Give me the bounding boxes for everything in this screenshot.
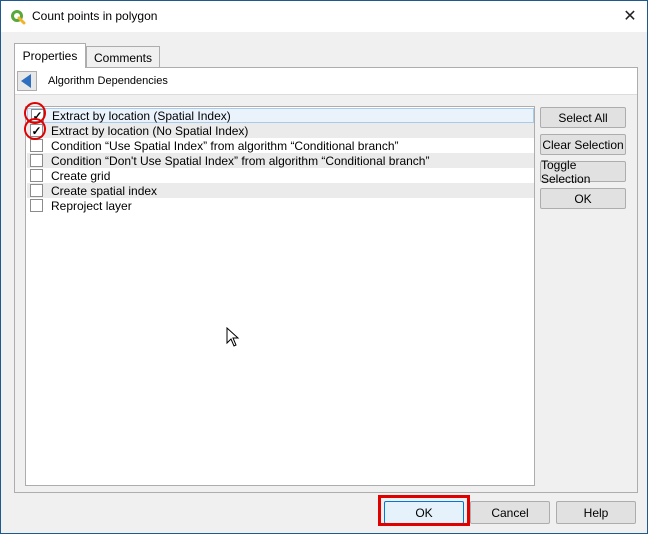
back-button[interactable] [17,71,37,91]
checkbox[interactable] [30,199,43,212]
dependencies-list[interactable]: ✓ Extract by location (Spatial Index) ✓ … [25,106,535,486]
select-all-button[interactable]: Select All [540,107,626,128]
list-item[interactable]: ✓ Extract by location (Spatial Index) [27,108,534,123]
checkbox-checked[interactable]: ✓ [31,109,44,122]
panel-header: Algorithm Dependencies [15,68,637,95]
list-item[interactable]: Create spatial index [27,183,534,198]
checkbox[interactable] [30,184,43,197]
list-item[interactable]: Condition “Don't Use Spatial Index” from… [27,153,534,168]
list-item[interactable]: ✓ Extract by location (No Spatial Index) [27,123,534,138]
list-item-label: Condition “Use Spatial Index” from algor… [51,138,399,153]
tab-properties[interactable]: Properties [14,43,86,68]
list-item-label: Extract by location (No Spatial Index) [51,123,249,138]
toggle-selection-button[interactable]: Toggle Selection [540,158,626,186]
list-item[interactable]: Reproject layer [27,198,534,213]
panel-title: Algorithm Dependencies [48,75,168,87]
list-item[interactable]: Create grid [27,168,534,183]
properties-panel: Algorithm Dependencies ✓ Extract by loca… [14,67,638,493]
close-icon[interactable]: ✕ [621,7,639,25]
help-button[interactable]: Help [556,501,636,524]
list-item-label: Extract by location (Spatial Index) [52,108,231,123]
list-item-label: Condition “Don't Use Spatial Index” from… [51,153,430,168]
checkbox[interactable] [30,139,43,152]
tab-comments[interactable]: Comments [86,46,160,68]
list-item-label: Create grid [51,168,111,183]
qgis-logo-icon [11,10,26,25]
title-bar: Count points in polygon ✕ [1,1,647,32]
checkbox[interactable] [30,154,43,167]
list-item-label: Create spatial index [51,183,158,198]
list-item-label: Reproject layer [51,198,132,213]
dialog-window: Count points in polygon ✕ Properties Com… [0,0,648,534]
cancel-button[interactable]: Cancel [470,501,550,524]
clear-selection-button[interactable]: Clear Selection [540,134,626,155]
side-ok-button[interactable]: OK [540,188,626,209]
ok-button[interactable]: OK [384,501,464,524]
checkbox[interactable] [30,169,43,182]
window-title: Count points in polygon [32,9,158,23]
back-arrow-icon [21,74,31,88]
list-item[interactable]: Condition “Use Spatial Index” from algor… [27,138,534,153]
checkbox-checked[interactable]: ✓ [30,124,43,137]
mouse-pointer-icon [226,327,240,347]
